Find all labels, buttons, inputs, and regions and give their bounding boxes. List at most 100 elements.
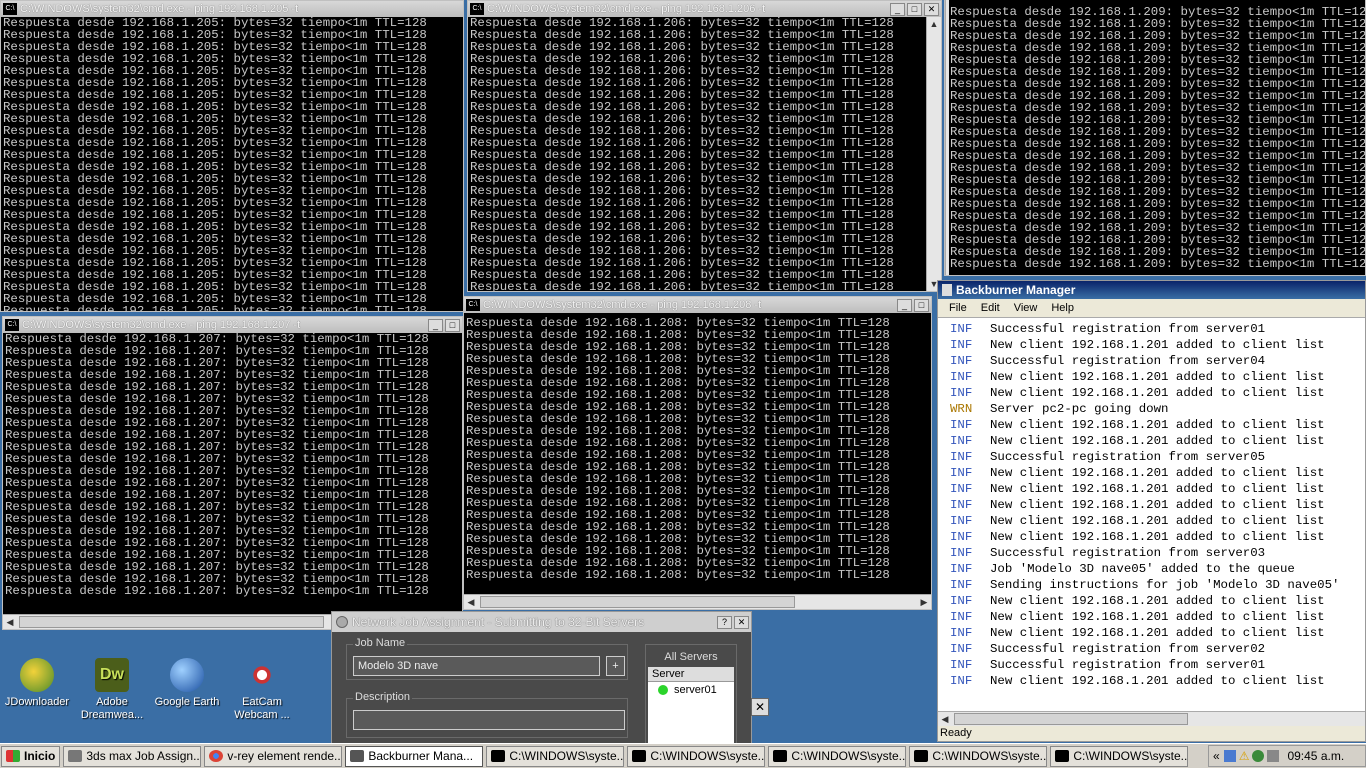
maximize-button[interactable]: □ [445,318,460,332]
3dsmax-icon [68,750,83,762]
log-row[interactable]: WRN Server pc2-pc going down [950,401,1365,417]
add-job-button[interactable]: + [606,656,625,676]
taskbar-button-cmd-5[interactable]: C:\WINDOWS\syste... [1050,745,1189,767]
desktop-icon-jdownloader[interactable]: JDownloader [0,658,74,709]
log-row[interactable]: INF New client 192.168.1.201 added to cli… [950,529,1365,545]
log-level: INF [950,466,973,480]
taskbar-button-cmd-4[interactable]: C:\WINDOWS\syste... [909,745,1048,767]
taskbar-button-chrome[interactable]: v-rey element rende... [204,745,343,767]
windows-logo-icon [6,750,20,762]
dialog-titlebar[interactable]: Network Job Assignment - Submitting to 3… [332,612,751,632]
network-job-assignment-dialog[interactable]: Network Job Assignment - Submitting to 3… [331,611,752,746]
log-row[interactable]: INF New client 192.168.1.201 added to cli… [950,433,1365,449]
log-message: Successful registration from server02 [990,642,1266,656]
dialog-title: Network Job Assignment - Submitting to 3… [352,615,645,629]
log-row[interactable]: INF New client 192.168.1.201 added to cli… [950,385,1365,401]
description-field[interactable] [353,710,625,730]
desktop-icon-google-earth[interactable]: Google Earth [150,658,224,709]
log-row[interactable]: INF Successful registration from server05 [950,449,1365,465]
job-name-field[interactable]: Modelo 3D nave [353,656,600,676]
taskbar-button-job-assign[interactable]: 3ds max Job Assign... [63,745,202,767]
log-row[interactable]: INF New client 192.168.1.201 added to cli… [950,497,1365,513]
log-row[interactable]: INF New client 192.168.1.201 added to cli… [950,337,1365,353]
taskbar-button-cmd-3[interactable]: C:\WINDOWS\syste... [768,745,907,767]
tray-expand-icon[interactable]: « [1213,749,1220,763]
horizontal-scrollbar[interactable]: ◀ ▶ [464,594,931,609]
log-level: INF [950,594,973,608]
vertical-scrollbar[interactable]: ▲ ▼ [926,17,941,291]
network-icon[interactable] [1223,750,1236,762]
start-button[interactable]: Inicio [1,745,61,767]
vertical-scrollbar[interactable] [945,0,949,275]
log-row[interactable]: INF New client 192.168.1.201 added to cli… [950,625,1365,641]
log-row[interactable]: INF Sending instructions for job 'Modelo … [950,577,1365,593]
dialog-close-button[interactable]: ✕ [734,615,749,629]
server-column-header[interactable]: Server [648,667,734,682]
maximize-button[interactable]: □ [907,2,922,16]
console-titlebar[interactable]: C:\ C:\WINDOWS\system32\cmd.exe - ping 1… [1,1,463,17]
log-row[interactable]: INF Successful registration from server01 [950,321,1365,337]
all-servers-button[interactable]: All Servers [646,645,736,665]
desktop-icon-dreamweaver[interactable]: Dw Adobe Dreamwea... [75,658,149,722]
menu-edit[interactable]: Edit [974,302,1007,314]
scroll-left-arrow-icon[interactable]: ◀ [3,615,17,629]
log-level: INF [950,498,973,512]
scroll-right-arrow-icon[interactable]: ▶ [917,595,931,609]
scrollbar-thumb[interactable] [954,713,1188,725]
warning-icon[interactable]: ⚠ [1239,749,1250,763]
scroll-left-arrow-icon[interactable]: ◀ [464,595,478,609]
log-row[interactable]: INF Successful registration from server04 [950,353,1365,369]
log-row[interactable]: INF New client 192.168.1.201 added to cli… [950,481,1365,497]
log-row[interactable]: INF Job 'Modelo 3D nave05' added to the q… [950,561,1365,577]
close-button[interactable]: ✕ [924,2,939,16]
console-window-206[interactable]: C:\ C:\WINDOWS\system32\cmd.exe - ping 1… [467,0,942,292]
menu-file[interactable]: File [942,302,974,314]
maximize-button[interactable]: □ [914,298,929,312]
menu-view[interactable]: View [1007,302,1045,314]
horizontal-scrollbar[interactable]: ◀ [938,711,1365,726]
log-message: New client 192.168.1.201 added to client… [990,434,1325,448]
log-row[interactable]: INF New client 192.168.1.201 added to cli… [950,465,1365,481]
log-row[interactable]: INF New client 192.168.1.201 added to cli… [950,369,1365,385]
console-window-207[interactable]: C:\ C:\WINDOWS\system32\cmd.exe - ping 1… [2,316,463,630]
tools-icon[interactable] [1267,750,1280,762]
clock[interactable]: 09:45 a.m. [1287,749,1344,763]
security-icon[interactable] [1252,750,1265,762]
taskbar-button-backburner[interactable]: Backburner Mana... [345,745,484,767]
log-message: New client 192.168.1.201 added to client… [990,594,1325,608]
log-row[interactable]: INF New client 192.168.1.201 added to cli… [950,609,1365,625]
console-titlebar[interactable]: C:\ C:\WINDOWS\system32\cmd.exe - ping 1… [468,1,941,17]
console-window-208[interactable]: C:\ C:\WINDOWS\system32\cmd.exe - ping 1… [463,296,932,610]
log-level: INF [950,370,973,384]
taskbar-button-cmd-2[interactable]: C:\WINDOWS\syste... [627,745,766,767]
log-row[interactable]: INF Successful registration from server02 [950,641,1365,657]
backburner-log[interactable]: INF Successful registration from server01… [950,321,1365,707]
log-row[interactable]: INF Successful registration from server03 [950,545,1365,561]
log-message: New client 192.168.1.201 added to client… [990,626,1325,640]
log-row[interactable]: INF New client 192.168.1.201 added to cli… [950,513,1365,529]
log-row[interactable]: INF New client 192.168.1.201 added to cli… [950,593,1365,609]
console-window-209[interactable]: Respuesta desde 192.168.1.209: bytes=32 … [944,0,1366,276]
log-row[interactable]: INF New client 192.168.1.201 added to cli… [950,417,1365,433]
help-button[interactable]: ? [717,615,732,629]
menu-help[interactable]: Help [1044,302,1081,314]
console-titlebar[interactable]: C:\ C:\WINDOWS\system32\cmd.exe - ping 1… [3,317,462,333]
console-titlebar[interactable]: C:\ C:\WINDOWS\system32\cmd.exe - ping 1… [464,297,931,313]
scrollbar-thumb[interactable] [19,616,324,628]
minimize-button[interactable]: _ [897,298,912,312]
backburner-manager-window[interactable]: Backburner Manager File Edit View Help I… [937,280,1366,742]
console-window-205[interactable]: C:\ C:\WINDOWS\system32\cmd.exe - ping 1… [0,0,464,312]
scrollbar-thumb[interactable] [480,596,795,608]
taskbar-button-cmd-1[interactable]: C:\WINDOWS\syste... [486,745,625,767]
minimize-button[interactable]: _ [428,318,443,332]
scroll-left-arrow-icon[interactable]: ◀ [938,712,952,726]
log-row[interactable]: INF Successful registration from server01 [950,657,1365,673]
server-list[interactable]: Server server01 [648,667,734,743]
desktop-icon-webcam[interactable]: EatCam Webcam ... [225,658,299,722]
backburner-titlebar[interactable]: Backburner Manager [938,281,1365,299]
background-dialog-close-button[interactable]: ✕ [751,698,769,716]
server-row[interactable]: server01 [648,682,734,698]
minimize-button[interactable]: _ [890,2,905,16]
scroll-up-arrow-icon[interactable]: ▲ [927,17,941,31]
log-row[interactable]: INF New client 192.168.1.201 added to cli… [950,673,1365,689]
